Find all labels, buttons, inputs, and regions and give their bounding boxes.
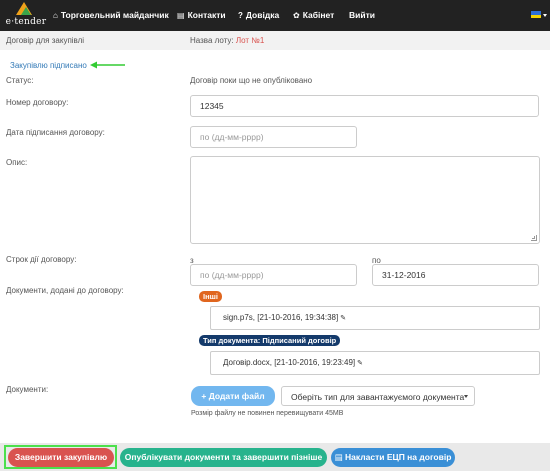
sign-date-input[interactable]: по (дд-мм-рррр) [190,126,357,148]
contract-title: Договір для закупівлі [6,36,85,45]
term-label: Строк дії договору: [6,255,77,264]
pencil-icon[interactable]: ✎ [340,315,346,322]
status-link[interactable]: Закупівлю підписано [10,61,87,70]
nav-cabinet[interactable]: ✿ Кабінет [293,0,334,31]
nav-logout[interactable]: Вийти [349,0,375,31]
document-item[interactable]: Договір.docx, [21-10-2016, 19:23:49] ✎ [210,351,540,375]
lot-name: Назва лоту: Лот №1 [190,36,265,45]
pencil-icon[interactable]: ✎ [357,360,363,367]
home-icon: ⌂ [53,11,58,20]
chevron-down-icon [464,395,468,398]
sign-date-label: Дата підписання договору: [6,128,105,137]
doc-type-badge: Тип документа: Підписаний договір [199,335,341,346]
file-size-note: Розмір файлу не повинен перевищувати 45M… [191,410,344,417]
document-item[interactable]: sign.p7s, [21-10-2016, 19:34:38] ✎ [210,306,540,330]
term-to-input[interactable]: 31-12-2016 [372,264,539,286]
help-icon: ? [238,11,243,20]
finish-procurement-button[interactable]: Завершити закупівлю [8,448,114,467]
doc-type-select[interactable]: Оберіть тип для завантажуємого документа [281,386,475,406]
doc-type-badge: Інші [199,291,222,302]
docs-added-label: Документи, додані до договору: [6,286,124,295]
contract-number-input[interactable]: 12345 [190,95,539,117]
file-icon: ▤ [334,452,343,462]
description-textarea[interactable] [190,156,540,244]
resize-handle-icon[interactable] [531,235,537,241]
sign-ecp-button[interactable]: ▤ Накласти ЕЦП на договір [331,448,455,467]
top-navbar: e·tender ⌂ Торговельний майданчик ▤ Контак… [0,0,550,31]
publish-documents-button[interactable]: Опублікувати документи та завершити пізн… [120,448,327,467]
chevron-down-icon[interactable] [543,14,547,17]
arrow-left-icon [90,61,125,69]
status-value: Договір поки що не опубліковано [190,76,313,85]
term-from-input[interactable]: по (дд-мм-рррр) [190,264,357,286]
nav-marketplace[interactable]: ⌂ Торговельний майданчик [53,0,169,31]
lot-value: Лот №1 [235,36,265,45]
ukraine-flag-icon[interactable] [531,11,541,18]
contacts-icon: ▤ [177,11,185,20]
nav-help[interactable]: ? Довідка [238,0,279,31]
etender-logo[interactable]: e·tender [4,2,46,29]
nav-contacts[interactable]: ▤ Контакти [177,0,226,31]
contract-number-label: Номер договору: [6,98,69,107]
description-label: Опис: [6,158,28,167]
add-file-button[interactable]: + Додати файл [191,386,275,406]
subheader: Договір для закупівлі Назва лоту: Лот №1 [0,31,550,50]
documents-label: Документи: [6,385,49,394]
status-label: Статус: [6,76,34,85]
paw-icon: ✿ [293,11,300,20]
